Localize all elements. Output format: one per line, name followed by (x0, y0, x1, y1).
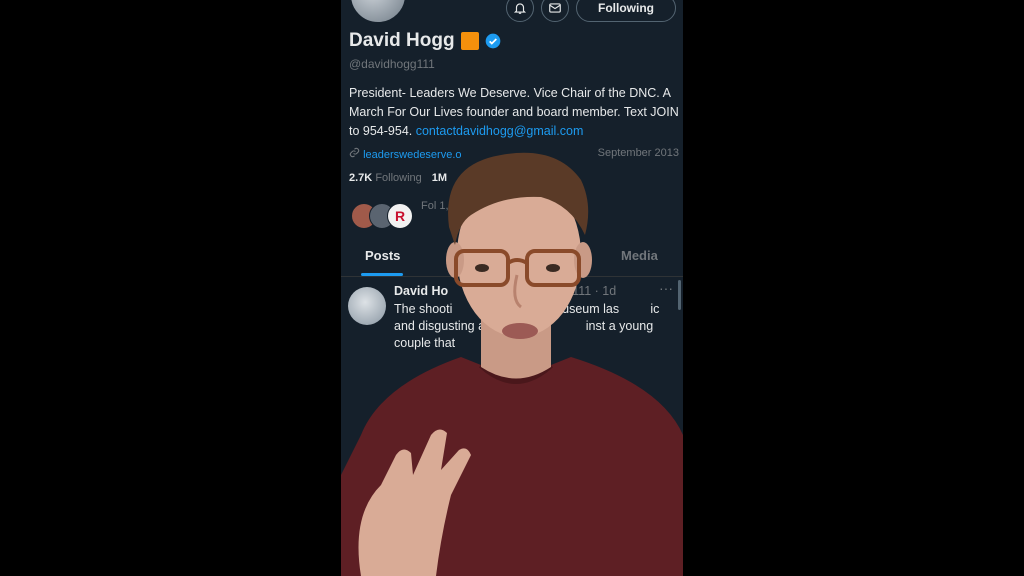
verified-badge-icon (485, 33, 500, 49)
profile-avatar[interactable] (349, 0, 407, 24)
profile-name: David Hogg (349, 30, 455, 51)
notifications-button[interactable] (506, 0, 534, 22)
message-button[interactable] (541, 0, 569, 22)
bell-plus-icon (513, 3, 527, 14)
following-button[interactable]: Following (576, 0, 676, 22)
profile-name-row: David Hogg (349, 30, 501, 52)
profile-bio: President- Leaders We Deserve. Vice Chai… (349, 84, 679, 141)
presenter-video-overlay (341, 152, 683, 576)
envelope-icon (549, 3, 561, 13)
orange-square-emoji (460, 32, 479, 50)
profile-handle: @davidhogg111 (349, 57, 435, 71)
twitter-profile-screen: Following David Hogg @davidhogg111 Presi… (341, 0, 683, 576)
